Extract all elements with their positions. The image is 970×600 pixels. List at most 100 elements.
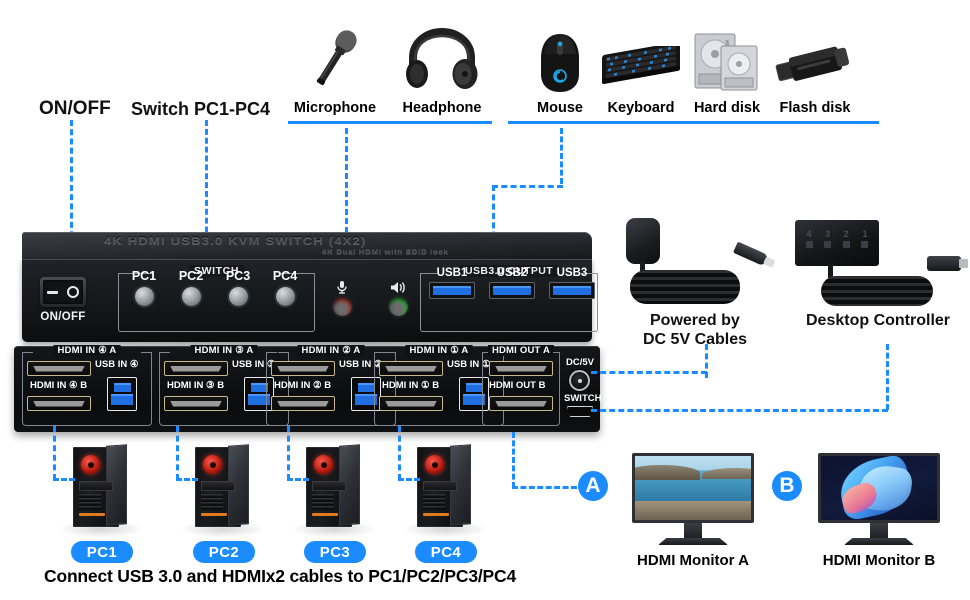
- leader-usb-across: [492, 185, 563, 188]
- monitor-b-stand-base: [844, 538, 914, 545]
- leader-usb-down: [560, 128, 563, 184]
- peripheral-label: Flash disk: [779, 100, 851, 116]
- usb-port-usb2[interactable]: USB2: [486, 267, 538, 299]
- controller-key-pad[interactable]: [805, 241, 813, 248]
- hdmi-in-1b-port[interactable]: [379, 396, 443, 411]
- hdmi-in-3b-port[interactable]: [164, 396, 228, 411]
- leader-hdmi-out-to-monitor-a: [512, 486, 577, 489]
- peripheral-label: Keyboard: [607, 100, 675, 116]
- hdmi-in-4a-port[interactable]: [27, 361, 91, 376]
- speaker-jack-hole[interactable]: [388, 297, 408, 316]
- controller-key-row: 4 3 2 1: [803, 229, 871, 248]
- device-front-face: ON/OFF SWITCH PC1 PC2 PC3 PC4 USB3.0 OUT…: [22, 259, 598, 342]
- leader-port3-to-pc2: [176, 478, 198, 481]
- usb-port-label: USB3: [556, 267, 588, 279]
- switch-button-pc4[interactable]: PC4: [263, 269, 307, 306]
- switch-button-knob[interactable]: [134, 287, 154, 306]
- microphone-jack[interactable]: [325, 279, 359, 316]
- usb-port-usb3[interactable]: USB3: [546, 267, 598, 299]
- hdmi-out-b-label: HDMI OUT B: [489, 380, 546, 391]
- dc-5v-port[interactable]: [569, 370, 590, 391]
- adapter-cable-coil: [630, 270, 740, 304]
- diagram-canvas: Microphone Headphone Mouse Keyboard Hard…: [0, 0, 970, 600]
- bottom-caption: Connect USB 3.0 and HDMIx2 cables to PC1…: [44, 566, 516, 586]
- controller-pad[interactable]: 4 3 2 1: [795, 220, 879, 266]
- hdmi-monitor-b: HDMI Monitor B: [818, 453, 940, 569]
- monitor-a-badge: A: [578, 471, 608, 501]
- hdmi-out-a-port[interactable]: [489, 361, 553, 376]
- hdmi-out-b-port[interactable]: [489, 396, 553, 411]
- callout-switch-pc: Switch PC1-PC4: [131, 99, 271, 119]
- port-label-usb-in-4: USB IN ④: [95, 359, 139, 370]
- controller-key-3[interactable]: 3: [822, 229, 834, 248]
- hdmi-monitor-a: HDMI Monitor A: [632, 453, 754, 569]
- monitor-a-stand-base: [658, 538, 728, 545]
- leader-port1-to-pc4: [398, 478, 420, 481]
- mouse-icon: [541, 34, 579, 92]
- controller-key-pad[interactable]: [861, 241, 869, 248]
- power-adapter-label-line2: DC 5V Cables: [643, 331, 748, 348]
- callout-onoff: ON/OFF: [39, 98, 111, 119]
- usb-port-socket[interactable]: [549, 282, 595, 299]
- peripheral-headphone: Headphone: [393, 24, 491, 116]
- monitor-a-stand-neck: [684, 523, 702, 539]
- hdmi-in-3a-port[interactable]: [164, 361, 228, 376]
- hdmi-in-2a-port[interactable]: [271, 361, 335, 376]
- port-label-hdmi-in-1b: HDMI IN ① B: [382, 380, 440, 391]
- audio-group-rule: [288, 121, 492, 124]
- pc-tower-1: [73, 443, 129, 528]
- switch-button-pc3[interactable]: PC3: [216, 269, 260, 306]
- switch-button-label: PC4: [272, 269, 298, 283]
- device-top-cover: 4K HDMI USB3.0 KVM SWITCH (4X2) 4K Dual …: [22, 232, 592, 260]
- switch-button-knob[interactable]: [275, 287, 295, 306]
- usb-in-4-port[interactable]: [107, 377, 137, 411]
- controller-key-pad[interactable]: [842, 241, 850, 248]
- monitor-b-screen: [818, 453, 940, 523]
- controller-cable-coil: [821, 276, 933, 306]
- port-group-title: HDMI IN ② A: [297, 345, 365, 356]
- usb-port-socket[interactable]: [489, 282, 535, 299]
- controller-key-4[interactable]: 4: [803, 229, 815, 248]
- microphone-jack-hole[interactable]: [332, 297, 352, 316]
- power-off-mark: [66, 286, 79, 298]
- speaker-jack[interactable]: [381, 279, 415, 316]
- port-group-hdmi-in-4: HDMI IN ④ A HDMI IN ④ B USB IN ④: [22, 345, 152, 426]
- usb-port-label: USB2: [496, 267, 528, 279]
- leader-port2-down: [287, 426, 290, 480]
- microphone-icon: [325, 279, 359, 295]
- monitor-b-badge: B: [772, 471, 802, 501]
- peripheral-flash-disk: Flash disk: [770, 24, 860, 116]
- keyboard-icon: [602, 46, 680, 84]
- controller-key-label: 3: [825, 229, 831, 239]
- leader-controller-to-switch: [591, 409, 888, 412]
- switch-button-knob[interactable]: [181, 287, 201, 306]
- controller-key-2[interactable]: 2: [840, 229, 852, 248]
- kvm-switch-front-panel: 4K HDMI USB3.0 KVM SWITCH (4X2) 4K Dual …: [22, 232, 598, 342]
- peripheral-label: Hard disk: [693, 100, 761, 116]
- controller-key-label: 2: [843, 229, 849, 239]
- switch-port-label: SWITCH: [564, 393, 602, 404]
- controller-key-pad[interactable]: [824, 241, 832, 248]
- switch-button-pc1[interactable]: PC1: [122, 269, 166, 306]
- switch-button-pc2[interactable]: PC2: [169, 269, 213, 306]
- controller-key-1[interactable]: 1: [859, 229, 871, 248]
- hdmi-in-2b-port[interactable]: [271, 396, 335, 411]
- hdmi-in-4b-port[interactable]: [27, 396, 91, 411]
- peripheral-microphone: Microphone: [288, 24, 382, 116]
- usb-group-rule: [508, 121, 879, 124]
- switch-button-label: PC1: [131, 269, 157, 283]
- usb-port-socket[interactable]: [429, 282, 475, 299]
- usb-port-usb1[interactable]: USB1: [426, 267, 478, 299]
- headphone-icon: [406, 28, 478, 89]
- peripheral-label: Mouse: [537, 100, 583, 116]
- dc-5v-label: DC/5V: [566, 357, 594, 368]
- power-switch[interactable]: [40, 277, 86, 307]
- port-group-title: HDMI IN ① A: [405, 345, 473, 356]
- switch-button-knob[interactable]: [228, 287, 248, 306]
- hdmi-in-1a-port[interactable]: [379, 361, 443, 376]
- pc-badge-2: PC2: [193, 541, 255, 563]
- dc-barrel-plug: [733, 241, 769, 267]
- remote-switch-port[interactable]: [567, 406, 593, 417]
- pc-badge-1: PC1: [71, 541, 133, 563]
- pc-badge-4: PC4: [415, 541, 477, 563]
